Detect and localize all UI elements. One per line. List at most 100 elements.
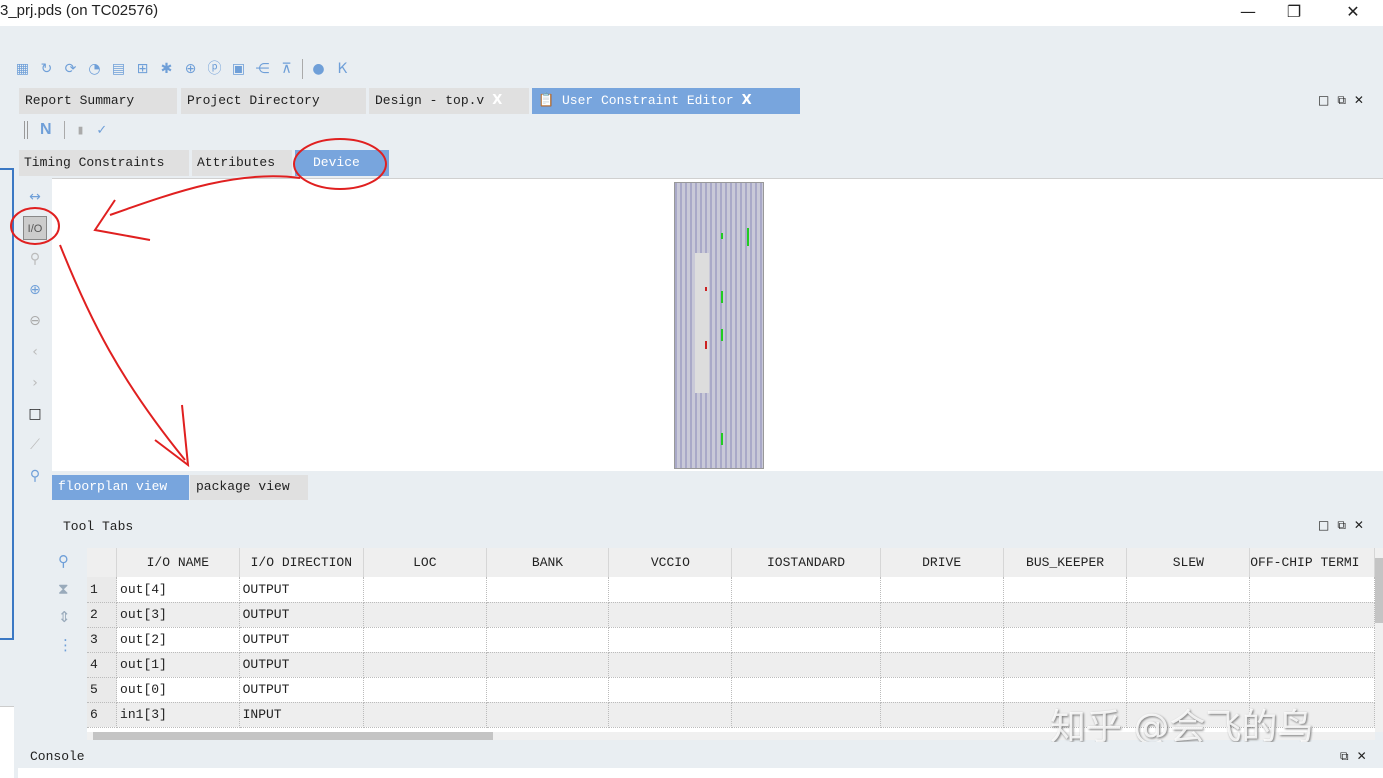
table-cell[interactable]: [486, 577, 610, 603]
expand-icon[interactable]: ⇕: [58, 608, 73, 626]
table-cell[interactable]: [731, 577, 881, 603]
io-button[interactable]: I/O: [23, 216, 47, 240]
table-cell[interactable]: [880, 602, 1004, 628]
table-cell[interactable]: [1126, 577, 1251, 603]
download-icon[interactable]: ⊕: [182, 61, 199, 78]
table-cell[interactable]: OUTPUT: [239, 627, 365, 653]
chip-icon[interactable]: ⊞: [134, 61, 151, 78]
check-icon[interactable]: ✓: [96, 123, 107, 138]
report-icon[interactable]: ▦: [14, 61, 31, 78]
tab-user-constraint-editor[interactable]: 📋 User Constraint Editor X: [532, 88, 800, 114]
table-cell[interactable]: [608, 627, 733, 653]
table-cell[interactable]: OUTPUT: [239, 602, 365, 628]
close-tab-icon[interactable]: X: [742, 93, 752, 108]
bulb-icon[interactable]: ●: [310, 61, 327, 78]
table-cell[interactable]: [486, 652, 610, 678]
table-row[interactable]: 3 out[2] OUTPUT: [87, 627, 1375, 653]
table-cell[interactable]: [1003, 577, 1128, 603]
tab-design-top[interactable]: Design - top.v X: [369, 88, 529, 114]
column-header[interactable]: DRIVE: [880, 548, 1004, 577]
table-cell[interactable]: OUTPUT: [239, 577, 365, 603]
panel-controls[interactable]: □⧉✕: [1318, 93, 1372, 108]
ip-icon[interactable]: ⓟ: [206, 61, 223, 78]
table-cell[interactable]: [1126, 652, 1251, 678]
table-cell[interactable]: out[4]: [116, 577, 240, 603]
table-cell[interactable]: [363, 652, 487, 678]
refresh-icon[interactable]: ↻: [38, 61, 55, 78]
scrollbar-thumb[interactable]: [1375, 558, 1383, 623]
table-cell[interactable]: [880, 577, 1004, 603]
back-icon[interactable]: ‹: [23, 340, 47, 364]
vertical-scrollbar[interactable]: [1375, 548, 1383, 732]
table-cell[interactable]: [1126, 627, 1251, 653]
table-row[interactable]: 4 out[1] OUTPUT: [87, 652, 1375, 678]
column-header[interactable]: BANK: [486, 548, 610, 577]
save-icon[interactable]: ▮: [77, 123, 85, 138]
table-cell[interactable]: [880, 627, 1004, 653]
table-cell[interactable]: [1003, 602, 1128, 628]
tab-package-view[interactable]: package view: [190, 475, 308, 500]
table-cell[interactable]: [880, 677, 1004, 703]
column-header[interactable]: I/O NAME: [116, 548, 240, 577]
table-cell[interactable]: [608, 652, 733, 678]
table-cell[interactable]: [880, 702, 1004, 728]
tab-report-summary[interactable]: Report Summary: [19, 88, 177, 114]
collapse-icon[interactable]: ⧗: [58, 580, 73, 598]
hierarchy-icon[interactable]: ⊼: [278, 61, 295, 78]
fit-icon[interactable]: ↔: [23, 185, 47, 209]
table-cell[interactable]: [1249, 652, 1375, 678]
table-cell[interactable]: [1249, 577, 1375, 603]
scrollbar-thumb[interactable]: [93, 732, 493, 740]
column-header[interactable]: VCCIO: [608, 548, 733, 577]
device-floorplan[interactable]: [674, 182, 764, 469]
table-cell[interactable]: [1126, 602, 1251, 628]
table-cell[interactable]: [731, 652, 881, 678]
table-cell[interactable]: [363, 702, 487, 728]
table-cell[interactable]: out[3]: [116, 602, 240, 628]
table-cell[interactable]: out[1]: [116, 652, 240, 678]
tab-floorplan-view[interactable]: floorplan view: [52, 475, 189, 500]
zoom-out-icon[interactable]: ⊖: [23, 309, 47, 333]
table-cell[interactable]: [731, 627, 881, 653]
table-cell[interactable]: [608, 602, 733, 628]
table-cell[interactable]: in1[3]: [116, 702, 240, 728]
table-cell[interactable]: [363, 677, 487, 703]
tab-project-directory[interactable]: Project Directory: [181, 88, 366, 114]
table-cell[interactable]: [608, 577, 733, 603]
table-cell[interactable]: [608, 702, 733, 728]
table-cell[interactable]: [731, 677, 881, 703]
table-cell[interactable]: [486, 677, 610, 703]
tab-attributes[interactable]: Attributes: [192, 150, 292, 176]
table-cell[interactable]: [880, 652, 1004, 678]
table-cell[interactable]: [486, 627, 610, 653]
tree-icon[interactable]: ⋮: [58, 636, 73, 654]
select-box-icon[interactable]: □: [23, 402, 47, 426]
table-cell[interactable]: [486, 602, 610, 628]
close-tab-icon[interactable]: X: [492, 93, 502, 108]
column-header[interactable]: IOSTANDARD: [731, 548, 881, 577]
search-icon[interactable]: ⚲: [58, 552, 73, 570]
tool-tabs-controls[interactable]: □⧉✕: [1318, 518, 1372, 533]
table-cell[interactable]: [1003, 652, 1128, 678]
rerun-icon[interactable]: ⟳: [62, 61, 79, 78]
table-cell[interactable]: [731, 702, 881, 728]
table-cell[interactable]: [486, 702, 610, 728]
zoom-area-icon[interactable]: ⚲: [23, 247, 47, 271]
restore-button[interactable]: ❐: [1271, 0, 1317, 24]
table-cell[interactable]: OUTPUT: [239, 677, 365, 703]
table-cell[interactable]: [363, 577, 487, 603]
table-cell[interactable]: [1249, 602, 1375, 628]
zoom-in-icon[interactable]: ⊕: [23, 278, 47, 302]
table-cell[interactable]: out[2]: [116, 627, 240, 653]
tab-device[interactable]: Device: [295, 150, 389, 176]
sync-icon[interactable]: ◔: [86, 61, 103, 78]
column-header[interactable]: OFF-CHIP TERMI: [1249, 548, 1375, 577]
column-header[interactable]: I/O DIRECTION: [239, 548, 365, 577]
table-row[interactable]: 2 out[3] OUTPUT: [87, 602, 1375, 628]
table-cell[interactable]: out[0]: [116, 677, 240, 703]
debug-icon[interactable]: ✱: [158, 61, 175, 78]
table-cell[interactable]: [731, 602, 881, 628]
table-icon[interactable]: ▤: [110, 61, 127, 78]
table-cell[interactable]: [608, 677, 733, 703]
table-cell[interactable]: [363, 627, 487, 653]
